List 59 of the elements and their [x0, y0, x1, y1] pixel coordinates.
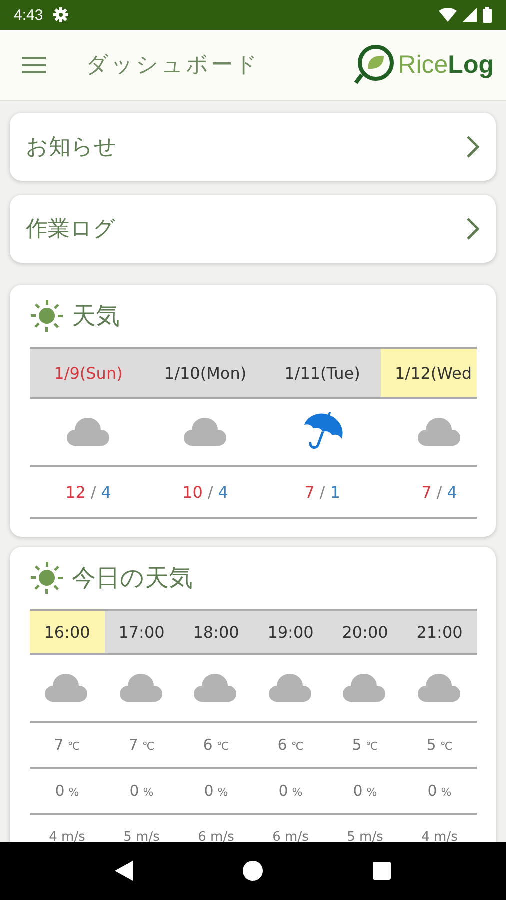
- cloud-icon: [418, 673, 462, 703]
- status-time: 4:43: [14, 6, 44, 24]
- chevron-right-icon: [466, 135, 480, 159]
- wind-speed: 6 m/s: [198, 830, 234, 844]
- gear-icon: [53, 7, 70, 23]
- rain-chance: 0 %: [204, 782, 228, 800]
- cloud-icon: [418, 417, 462, 447]
- wind-speed: 5 m/s: [124, 830, 160, 844]
- hour-tab[interactable]: 20:00: [328, 611, 402, 653]
- hour-tab[interactable]: 19:00: [254, 611, 328, 653]
- date-tab[interactable]: 1/10(Mon): [147, 349, 264, 397]
- rain-chance: 0 %: [130, 782, 154, 800]
- date-tab[interactable]: 1/12(Wed: [381, 349, 477, 397]
- chevron-right-icon: [466, 217, 480, 241]
- rain-chance: 0 %: [353, 782, 378, 800]
- rain-chance: 0 %: [55, 782, 80, 800]
- app-logo-text: RiceLog: [398, 50, 494, 80]
- temperature-value: 7 ℃: [54, 736, 80, 754]
- cloud-icon: [268, 673, 313, 703]
- menu-icon[interactable]: [22, 56, 46, 74]
- wind-speed: 5 m/s: [347, 830, 384, 844]
- cloud-icon: [184, 417, 228, 447]
- wind-speed: 4 m/s: [49, 830, 86, 844]
- rain-chance: 0 %: [428, 782, 452, 800]
- hour-tab[interactable]: 17:00: [104, 611, 179, 653]
- cloud-icon: [66, 417, 110, 447]
- hour-tab[interactable]: 21:00: [402, 611, 477, 653]
- card-title: 天気: [72, 301, 120, 332]
- hour-tab[interactable]: 16:00: [30, 611, 104, 653]
- date-tab[interactable]: 1/11(Tue): [264, 349, 381, 397]
- temperature-value: 5 ℃: [426, 736, 453, 754]
- sun-icon: [30, 561, 64, 595]
- menu-card[interactable]: お知らせ: [10, 113, 496, 181]
- temperature-value: 6 ℃: [278, 736, 304, 754]
- page-title: ダッシュボード: [86, 52, 260, 80]
- menu-card[interactable]: 作業ログ: [10, 195, 496, 263]
- card-title: 今日の天気: [72, 563, 193, 594]
- temperature-range: 12 / 4: [66, 482, 112, 502]
- sun-icon: [30, 299, 64, 333]
- battery-icon: [483, 7, 492, 23]
- temperature-range: 7 / 1: [304, 482, 340, 502]
- cloud-icon: [45, 673, 90, 703]
- back-icon[interactable]: [115, 861, 133, 881]
- temperature-range: 10 / 4: [182, 482, 228, 502]
- hour-tab[interactable]: 18:00: [179, 611, 254, 653]
- leaf-magnifier-icon: [352, 43, 396, 87]
- wind-speed: 4 m/s: [422, 830, 458, 844]
- temperature-value: 6 ℃: [203, 736, 230, 754]
- rain-chance: 0 %: [278, 782, 303, 800]
- wind-speed: 6 m/s: [272, 830, 309, 844]
- cloud-icon: [343, 673, 388, 703]
- temperature-range: 7 / 4: [422, 482, 458, 502]
- wifi-icon: [439, 8, 457, 22]
- temperature-value: 5 ℃: [352, 736, 378, 754]
- temperature-value: 7 ℃: [128, 736, 155, 754]
- signal-icon: [463, 8, 477, 22]
- cloud-icon: [120, 673, 164, 703]
- cloud-icon: [194, 673, 238, 703]
- home-icon[interactable]: [243, 861, 263, 881]
